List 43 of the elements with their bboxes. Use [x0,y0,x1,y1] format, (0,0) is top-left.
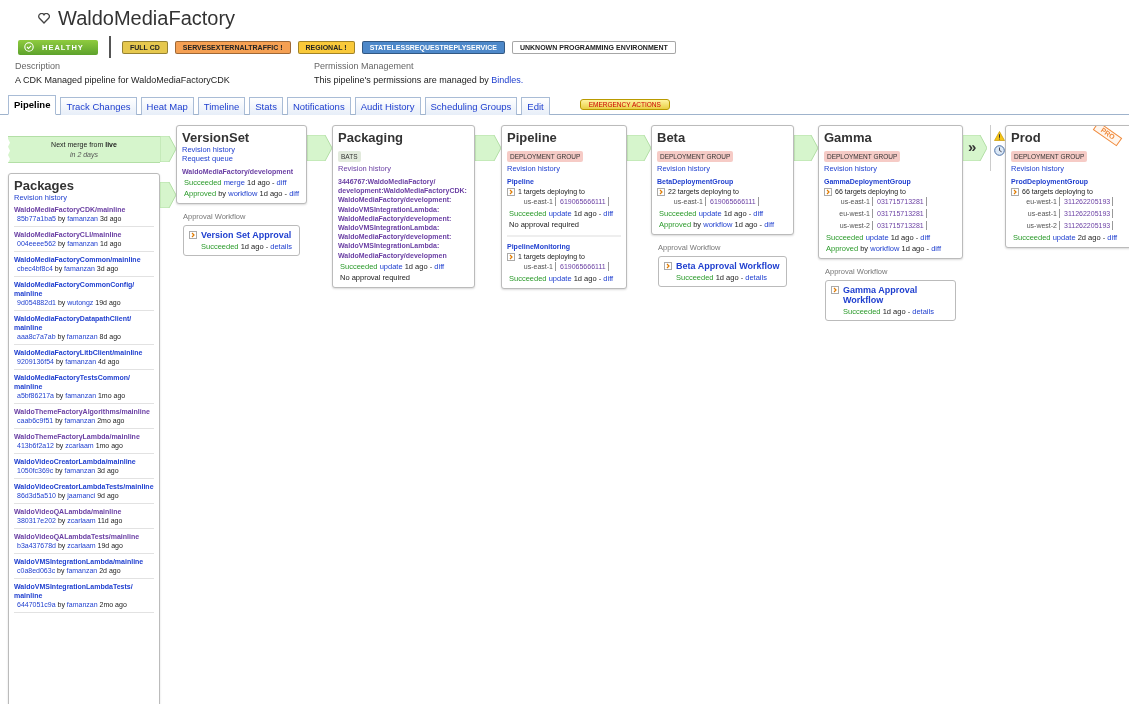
tab[interactable]: Heat Map [140,97,194,115]
warning-icon[interactable] [994,131,1005,141]
check-icon [24,42,34,52]
flow-arrow [627,135,651,161]
expand-icon[interactable] [824,188,832,197]
expand-icon[interactable] [507,188,515,197]
expand-icon[interactable] [664,262,672,271]
tab[interactable]: Pipeline [8,95,57,115]
stage-title: Gamma [824,130,872,145]
permission-label: Permission Management [314,61,415,71]
description-label: Description [15,61,62,71]
approval-link[interactable]: Beta Approval Workflow [676,261,780,272]
tab[interactable]: Timeline [197,97,246,115]
packages-title: Packages [14,178,74,193]
tab[interactable]: Notifications [286,97,351,115]
expand-icon[interactable] [657,188,665,197]
tab[interactable]: Track Changes [60,97,137,115]
approval-link[interactable]: Version Set Approval [201,230,292,241]
tab[interactable]: Scheduling Groups [424,97,518,115]
flow-arrow [160,182,176,208]
tab[interactable]: Stats [249,97,283,115]
flow-arrow [963,135,987,161]
bindles-link[interactable]: Bindles. [491,75,524,85]
flow-arrow [794,135,818,161]
tab[interactable]: Edit [521,97,550,115]
permission-text: This pipeline's permissions are managed by Bindles. [314,75,525,85]
heart-icon[interactable] [38,12,50,24]
stage-title: Prod [1011,130,1041,145]
page-title: WaldoMediaFactory [58,6,236,30]
expand-icon[interactable] [1011,188,1019,197]
flow-arrow [307,135,332,161]
stage-title: Pipeline [507,130,557,145]
stage-title: Packaging [338,130,404,145]
expand-icon[interactable] [189,231,197,240]
stage-title: Beta [657,130,686,145]
stage-title: VersionSet [182,130,250,145]
expand-icon[interactable] [831,286,839,295]
description-text: A CDK Managed pipeline for WaldoMediaFactoryCDK [15,75,231,85]
clock-icon[interactable] [994,145,1005,156]
approval-link[interactable]: Gamma Approval Workflow [843,285,950,306]
flow-arrow [475,135,501,161]
tab[interactable]: Audit History [354,97,421,115]
expand-icon[interactable] [507,253,515,262]
